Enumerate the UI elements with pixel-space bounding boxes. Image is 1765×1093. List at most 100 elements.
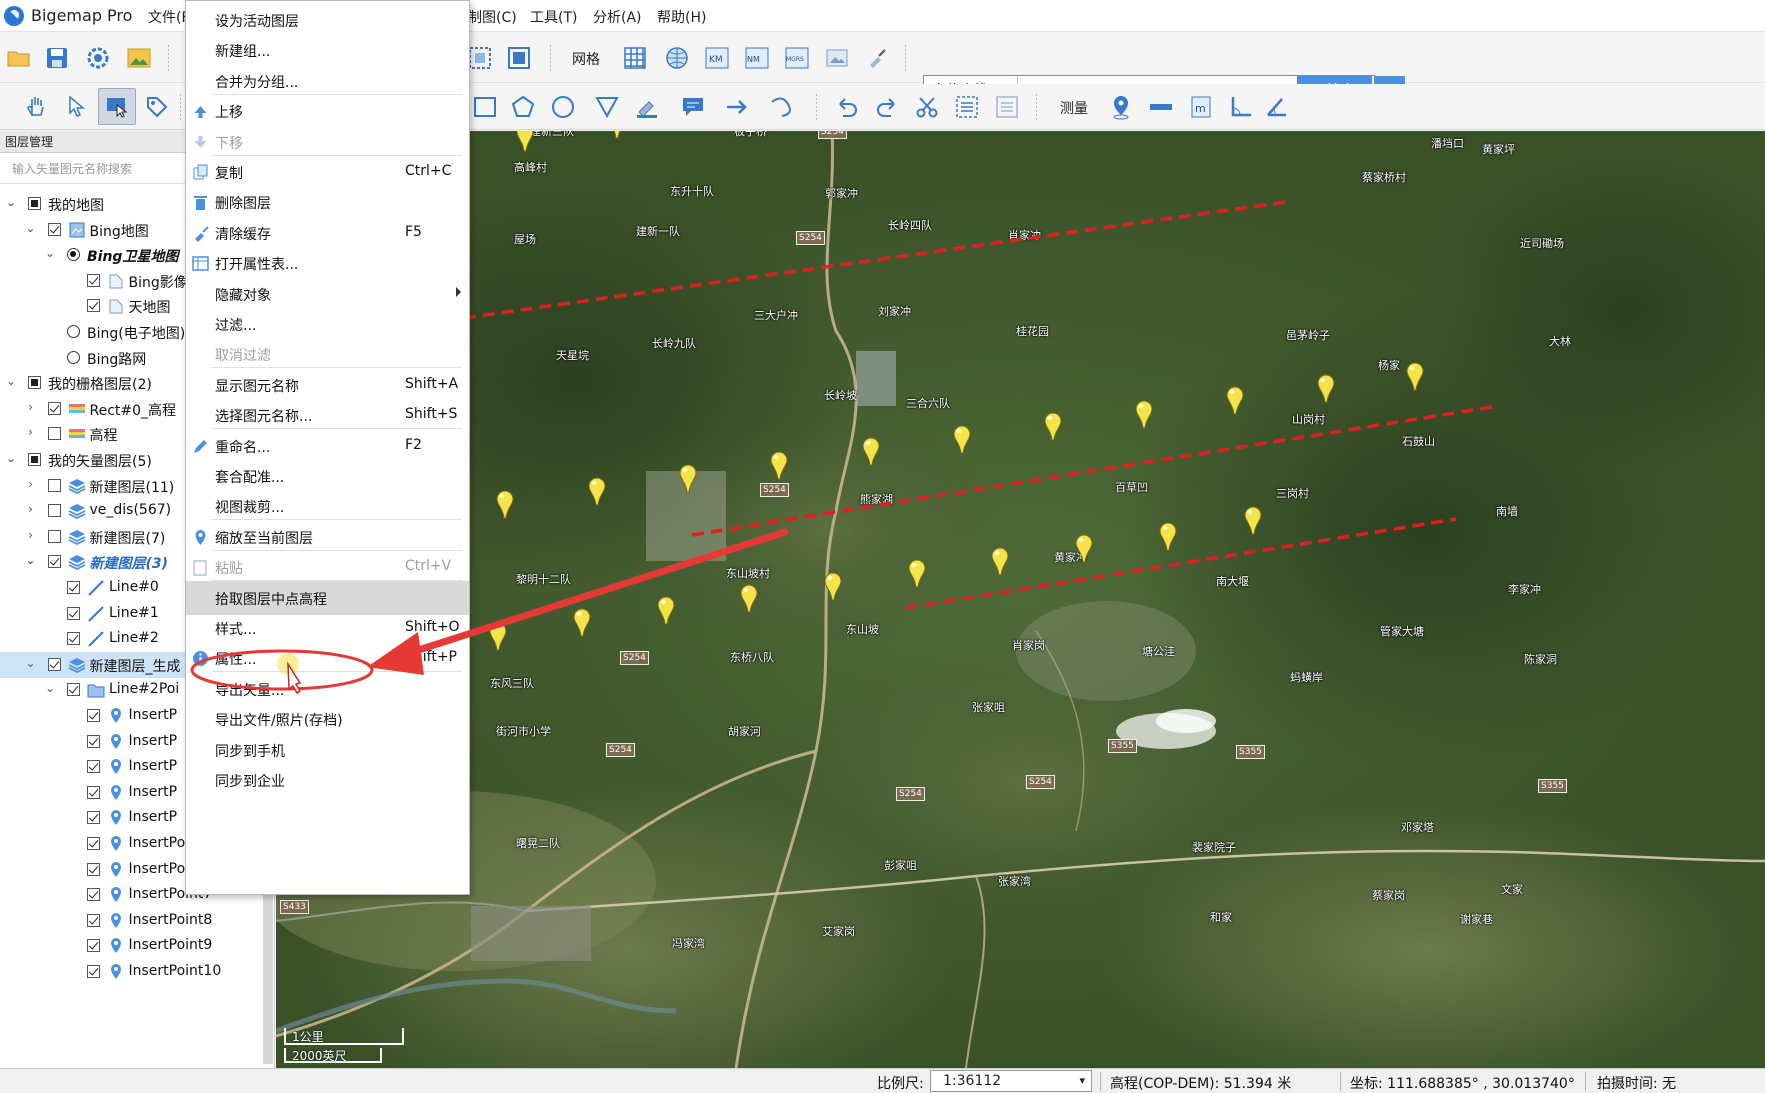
pin-measure-icon[interactable] [1108, 94, 1134, 120]
layer-checkbox[interactable] [47, 555, 61, 569]
map-marker-icon[interactable] [1244, 506, 1262, 535]
collapse-chevron-icon[interactable]: › [24, 528, 38, 542]
distance-measure-icon[interactable] [1148, 94, 1174, 120]
polygon-tool-icon[interactable] [510, 94, 536, 120]
globe-grid-icon[interactable] [664, 45, 690, 71]
menu-tools[interactable]: 工具(T) [530, 7, 577, 27]
scale-select[interactable]: 1:36112 ▾ [930, 1070, 1092, 1092]
map-marker-icon[interactable] [1406, 362, 1424, 391]
context-menu-item[interactable]: 同步到企业 [186, 763, 469, 797]
screen-select-icon[interactable] [104, 94, 130, 120]
full-extent-icon[interactable] [506, 45, 532, 71]
layer-tree-row[interactable]: InsertPoint8 [0, 908, 275, 934]
layer-checkbox[interactable] [47, 401, 61, 415]
expand-chevron-icon[interactable]: ⌄ [4, 195, 18, 209]
map-marker-icon[interactable] [573, 608, 591, 637]
menu-help[interactable]: 帮助(H) [657, 7, 706, 27]
map-marker-icon[interactable] [496, 490, 514, 519]
route-line[interactable] [905, 517, 1457, 610]
layer-checkbox[interactable] [86, 837, 100, 850]
layer-checkbox[interactable] [86, 299, 100, 313]
layer-checkbox[interactable] [28, 376, 41, 390]
map-marker-icon[interactable] [1317, 374, 1335, 403]
settings-gear-icon[interactable] [85, 45, 111, 71]
expand-chevron-icon[interactable]: ⌄ [24, 221, 38, 235]
layer-checkbox[interactable] [86, 760, 100, 774]
context-menu-item[interactable]: 套合配准... [186, 459, 469, 493]
collapse-chevron-icon[interactable]: › [24, 502, 38, 516]
layer-radio[interactable] [67, 350, 80, 364]
layer-checkbox[interactable] [67, 683, 80, 697]
layer-checkbox[interactable] [47, 529, 61, 543]
select-region-icon[interactable] [467, 45, 493, 71]
context-menu-item[interactable]: 新建组... [186, 33, 469, 67]
layer-checkbox[interactable] [86, 734, 100, 748]
layer-checkbox[interactable] [86, 965, 100, 978]
map-marker-icon[interactable] [1226, 386, 1244, 415]
layer-checkbox[interactable] [86, 811, 100, 825]
rectangle-tool-icon[interactable] [472, 94, 498, 120]
clear-brush-icon[interactable] [864, 45, 890, 71]
panel-scrollbar[interactable] [263, 884, 273, 1064]
layer-checkbox[interactable] [86, 785, 100, 799]
layer-checkbox[interactable] [47, 504, 61, 518]
redo-icon[interactable] [874, 94, 900, 120]
map-marker-icon[interactable] [1159, 522, 1177, 551]
map-marker-icon[interactable] [740, 584, 758, 613]
map-marker-icon[interactable] [862, 437, 880, 466]
map-marker-icon[interactable] [657, 596, 675, 625]
context-menu-item[interactable]: 上移 [186, 94, 469, 128]
layer-checkbox[interactable] [28, 197, 41, 210]
context-menu-item[interactable]: 隐藏对象 [186, 277, 469, 311]
triangle-tool-icon[interactable] [594, 94, 620, 120]
context-menu-item[interactable]: 属性... Shift+P [186, 641, 469, 675]
map-marker-icon[interactable] [588, 477, 606, 506]
grid-icon[interactable] [622, 45, 648, 71]
edit-list-icon[interactable] [954, 94, 980, 120]
menu-analysis[interactable]: 分析(A) [593, 7, 642, 27]
context-menu-item[interactable]: 导出文件/照片(存档) [186, 702, 469, 736]
layer-checkbox[interactable] [86, 939, 100, 953]
map-marker-icon[interactable] [824, 572, 842, 601]
bearing-measure-icon[interactable] [1264, 94, 1290, 120]
callout-tool-icon[interactable] [680, 94, 706, 120]
angle-measure-icon[interactable] [1228, 94, 1254, 120]
context-menu-item[interactable]: 重命名... F2 [186, 429, 469, 463]
layer-checkbox[interactable] [47, 222, 61, 236]
expand-chevron-icon[interactable]: ⌄ [43, 681, 57, 695]
image-icon[interactable] [126, 45, 152, 71]
collapse-chevron-icon[interactable]: › [24, 400, 38, 414]
collapse-chevron-icon[interactable]: › [24, 425, 38, 439]
context-menu-item[interactable]: 粘贴 Ctrl+V [186, 550, 469, 584]
layer-checkbox[interactable] [47, 478, 61, 492]
context-menu-item[interactable]: 取消过滤 [186, 337, 469, 371]
context-menu-item[interactable]: 导出矢量... [186, 672, 469, 706]
context-menu-item[interactable]: 拾取图层中点高程 [186, 580, 469, 615]
context-menu-item[interactable]: 打开属性表... [186, 246, 469, 280]
context-menu-item[interactable]: 复制 Ctrl+C [186, 155, 469, 189]
list-disabled-icon[interactable] [994, 94, 1020, 120]
scissors-icon[interactable] [914, 94, 940, 120]
circle-tool-icon[interactable] [550, 94, 576, 120]
context-menu-item[interactable]: 清除缓存 F5 [186, 216, 469, 250]
context-menu-item[interactable]: 缩放至当前图层 [186, 520, 469, 554]
layer-checkbox[interactable] [86, 862, 100, 876]
undo-icon[interactable] [834, 94, 860, 120]
menu-file[interactable]: 文件(F [148, 7, 190, 27]
context-menu-item[interactable]: 删除图层 [186, 185, 469, 219]
map-marker-icon[interactable] [489, 622, 507, 651]
layer-checkbox[interactable] [47, 427, 61, 441]
highlight-tool-icon[interactable] [634, 94, 660, 120]
map-marker-icon[interactable] [1075, 534, 1093, 563]
pan-hand-icon[interactable] [24, 94, 50, 120]
route-line[interactable] [691, 404, 1499, 537]
context-menu-item[interactable]: 合并为分组... [186, 64, 469, 98]
km-grid-icon[interactable]: KM [704, 45, 730, 71]
area-measure-icon[interactable]: m [1188, 94, 1214, 120]
context-menu-item[interactable]: 视图裁剪... [186, 489, 469, 523]
map-marker-icon[interactable] [770, 451, 788, 480]
map-marker-icon[interactable] [679, 464, 697, 493]
save-icon[interactable] [44, 45, 70, 71]
measure-label[interactable]: 测量 [1060, 98, 1088, 118]
layer-tree-row[interactable]: InsertPoint10 [0, 959, 275, 985]
